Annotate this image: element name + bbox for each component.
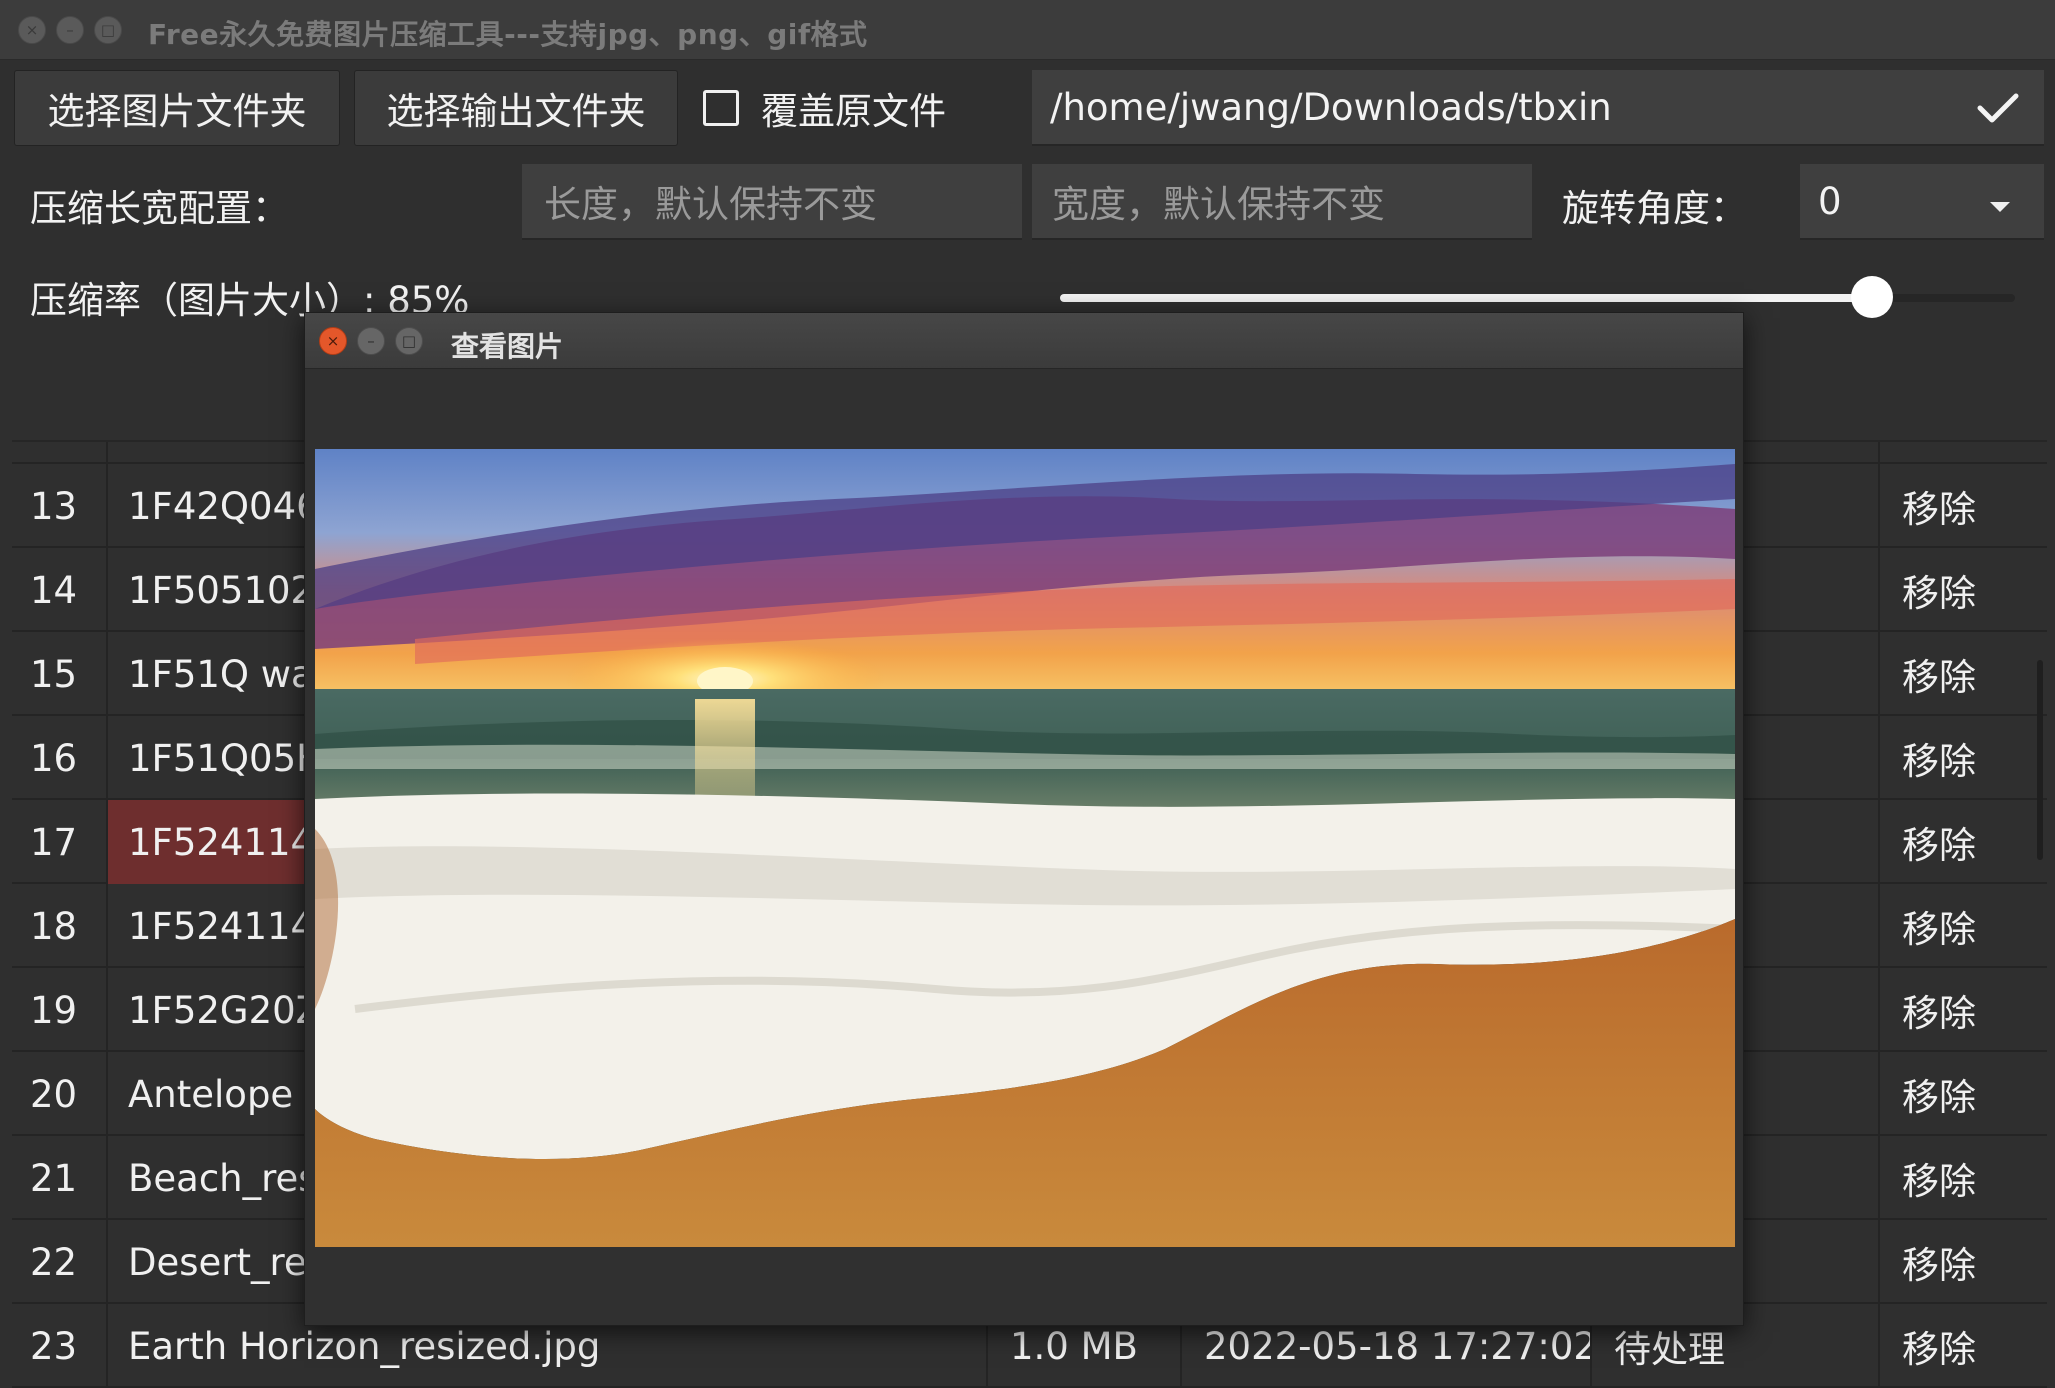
row-index: 17 <box>12 800 108 884</box>
length-input[interactable]: 长度，默认保持不变 <box>522 164 1022 240</box>
slider-fill <box>1060 294 1872 302</box>
output-path-value: /home/jwang/Downloads/tbxin <box>1050 85 1612 129</box>
length-placeholder: 长度，默认保持不变 <box>544 183 877 226</box>
table-scrollbar[interactable] <box>2037 660 2043 860</box>
overwrite-checkbox[interactable]: 覆盖原文件 <box>703 70 946 146</box>
select-output-folder-button[interactable]: 选择输出文件夹 <box>354 70 678 146</box>
remove-button[interactable]: 移除 <box>1880 464 2047 548</box>
row-index: 12 <box>12 442 108 464</box>
width-input[interactable]: 宽度，默认保持不变 <box>1032 164 1532 240</box>
compression-slider[interactable] <box>1060 276 2015 318</box>
remove-button[interactable]: 移除 <box>1880 632 2047 716</box>
select-image-folder-button[interactable]: 选择图片文件夹 <box>14 70 340 146</box>
remove-button[interactable]: 移除 <box>1880 1136 2047 1220</box>
window-title: Free永久免费图片压缩工具---支持jpg、png、gif格式 <box>148 18 868 51</box>
row-index: 15 <box>12 632 108 716</box>
row-index: 16 <box>12 716 108 800</box>
remove-button[interactable]: 移除 <box>1880 548 2047 632</box>
title-bar: × – □ Free永久免费图片压缩工具---支持jpg、png、gif格式 <box>0 0 2055 60</box>
viewer-title: 查看图片 <box>451 330 564 363</box>
close-icon[interactable]: × <box>18 16 46 44</box>
row-index: 20 <box>12 1052 108 1136</box>
row-index: 19 <box>12 968 108 1052</box>
rotate-label: 旋转角度： <box>1562 187 1747 230</box>
check-icon[interactable] <box>1976 90 2020 126</box>
rotate-select[interactable]: 0 <box>1800 164 2044 240</box>
rotate-value: 0 <box>1818 179 1842 223</box>
beach-sunset-photo <box>315 449 1735 1247</box>
slider-handle[interactable] <box>1850 276 1893 318</box>
resize-config-label: 压缩长宽配置： <box>30 187 289 230</box>
checkbox-icon[interactable] <box>703 90 739 126</box>
minimize-icon[interactable]: – <box>357 327 385 355</box>
row-index: 22 <box>12 1220 108 1304</box>
viewer-title-bar: × – □ 查看图片 <box>305 313 1743 369</box>
chevron-down-icon <box>1990 202 2010 212</box>
overwrite-label: 覆盖原文件 <box>761 90 946 133</box>
remove-button[interactable]: 移除 <box>1880 1304 2047 1388</box>
row-index: 13 <box>12 464 108 548</box>
maximize-icon[interactable]: □ <box>395 327 423 355</box>
width-placeholder: 宽度，默认保持不变 <box>1052 183 1385 226</box>
remove-button[interactable]: 移除 <box>1880 884 2047 968</box>
maximize-icon[interactable]: □ <box>94 16 122 44</box>
remove-button[interactable]: 移除 <box>1880 716 2047 800</box>
row-index: 21 <box>12 1136 108 1220</box>
row-index: 18 <box>12 884 108 968</box>
row-index: 14 <box>12 548 108 632</box>
row-index: 23 <box>12 1304 108 1388</box>
minimize-icon[interactable]: – <box>56 16 84 44</box>
image-viewer-dialog: × – □ 查看图片 <box>304 312 1744 1326</box>
output-path-field[interactable]: /home/jwang/Downloads/tbxin <box>1032 70 2044 146</box>
remove-button[interactable]: 移除 <box>1880 442 2047 464</box>
remove-button[interactable]: 移除 <box>1880 968 2047 1052</box>
close-icon[interactable]: × <box>319 327 347 355</box>
remove-button[interactable]: 移除 <box>1880 1052 2047 1136</box>
remove-button[interactable]: 移除 <box>1880 1220 2047 1304</box>
remove-button[interactable]: 移除 <box>1880 800 2047 884</box>
